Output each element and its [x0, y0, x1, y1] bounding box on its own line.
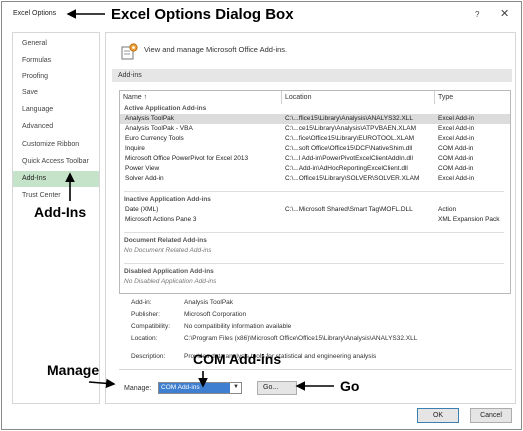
- detail-location-label: Location:: [131, 335, 158, 342]
- row-name: Microsoft Office PowerPivot for Excel 20…: [125, 155, 249, 162]
- cancel-button[interactable]: Cancel: [470, 408, 512, 423]
- column-header-location[interactable]: Location: [282, 91, 435, 104]
- sidebar-item-proofing[interactable]: Proofing: [13, 69, 99, 85]
- row-type: Excel Add-in: [438, 115, 475, 122]
- row-type: XML Expansion Pack: [438, 216, 500, 223]
- group-divider: [124, 191, 504, 192]
- row-name: Microsoft Actions Pane 3: [125, 216, 197, 223]
- column-header-type[interactable]: Type: [435, 91, 510, 104]
- row-type: COM Add-in: [438, 165, 474, 172]
- go-button[interactable]: Go...: [257, 381, 297, 395]
- row-name: Date (XML): [125, 206, 159, 213]
- row-location: C:\...soft Office\Office15\DCF\NativeShi…: [285, 145, 413, 152]
- add-ins-table: Name ↑ Location Type Active Application …: [119, 90, 511, 294]
- group-title-document: Document Related Add-ins: [124, 237, 207, 244]
- add-ins-section-header: Add-ins: [112, 69, 512, 82]
- detail-compatibility-value: No compatibility information available: [184, 323, 292, 330]
- callout-go: Go: [340, 378, 360, 394]
- sidebar-item-customize-ribbon[interactable]: Customize Ribbon: [13, 137, 99, 153]
- row-location: C:\...ce15\Library\Analysis\ATPVBAEN.XLA…: [285, 125, 417, 132]
- sidebar-item-formulas[interactable]: Formulas: [13, 53, 99, 69]
- table-row[interactable]: Power View C:\...Add-in\AdHocReportingEx…: [120, 164, 510, 174]
- manage-label: Manage:: [124, 385, 152, 392]
- row-location: C:\...l Add-in\PowerPivotExcelClientAddI…: [285, 155, 413, 162]
- dialog-title: Excel Options: [13, 10, 57, 17]
- ok-button[interactable]: OK: [417, 408, 459, 423]
- chevron-down-icon: ▼: [233, 384, 239, 390]
- group-divider: [124, 263, 504, 264]
- group-title-active: Active Application Add-ins: [124, 105, 207, 112]
- row-location: C:\...Office15\Library\SOLVER\SOLVER.XLA…: [285, 175, 420, 182]
- help-button[interactable]: ?: [475, 10, 479, 19]
- empty-disabled-addins: No Disabled Application Add-ins: [124, 278, 217, 285]
- row-name: Analysis ToolPak: [125, 115, 175, 122]
- detail-compatibility-label: Compatibility:: [131, 323, 171, 330]
- table-row[interactable]: Microsoft Office PowerPivot for Excel 20…: [120, 154, 510, 164]
- table-row[interactable]: Analysis ToolPak - VBA C:\...ce15\Librar…: [120, 124, 510, 134]
- sidebar-item-add-ins[interactable]: Add-Ins: [13, 171, 99, 187]
- row-location: C:\...Microsoft Shared\Smart Tag\MOFL.DL…: [285, 206, 413, 213]
- row-location: C:\...fice\Office15\Library\EUROTOOL.XLA…: [285, 135, 415, 142]
- detail-publisher-value: Microsoft Corporation: [184, 311, 247, 318]
- row-name: Power View: [125, 165, 160, 172]
- table-row[interactable]: Analysis ToolPak C:\...ffice15\Library\A…: [120, 114, 510, 124]
- group-title-disabled: Disabled Application Add-ins: [124, 268, 214, 275]
- sidebar-item-advanced[interactable]: Advanced: [13, 119, 99, 135]
- sidebar-item-general[interactable]: General: [13, 36, 99, 52]
- callout-com-add-ins: COM Add-ins: [193, 351, 282, 367]
- add-ins-gear-icon: [121, 43, 138, 60]
- sidebar-item-save[interactable]: Save: [13, 85, 99, 101]
- group-title-inactive: Inactive Application Add-ins: [124, 196, 211, 203]
- callout-add-ins: Add-Ins: [34, 204, 87, 220]
- panel-heading: View and manage Microsoft Office Add-ins…: [144, 45, 288, 54]
- manage-divider: [119, 369, 512, 370]
- row-type: COM Add-in: [438, 145, 474, 152]
- empty-document-addins: No Document Related Add-ins: [124, 247, 212, 254]
- row-type: Excel Add-in: [438, 135, 475, 142]
- table-row[interactable]: Microsoft Actions Pane 3 XML Expansion P…: [120, 215, 510, 225]
- group-divider: [124, 232, 504, 233]
- column-header-name[interactable]: Name ↑: [120, 91, 282, 104]
- row-location: C:\...ffice15\Library\Analysis\ANALYS32.…: [285, 115, 414, 122]
- table-row[interactable]: Inquire C:\...soft Office\Office15\DCF\N…: [120, 144, 510, 154]
- row-location: C:\...Add-in\AdHocReportingExcelClient.d…: [285, 165, 408, 172]
- detail-location-value: C:\Program Files (x86)\Microsoft Office\…: [184, 335, 418, 342]
- row-name: Euro Currency Tools: [125, 135, 184, 142]
- row-type: Excel Add-in: [438, 175, 475, 182]
- sidebar-item-language[interactable]: Language: [13, 102, 99, 118]
- table-row[interactable]: Euro Currency Tools C:\...fice\Office15\…: [120, 134, 510, 144]
- row-name: Solver Add-in: [125, 175, 164, 182]
- row-type: Excel Add-in: [438, 125, 475, 132]
- row-type: COM Add-in: [438, 155, 474, 162]
- manage-selected-value: COM Add-ins: [159, 383, 230, 393]
- row-type: Action: [438, 206, 457, 213]
- manage-dropdown[interactable]: COM Add-ins ▼: [158, 382, 242, 394]
- detail-publisher-label: Publisher:: [131, 311, 160, 318]
- row-name: Analysis ToolPak - VBA: [125, 125, 193, 132]
- detail-addin-value: Analysis ToolPak: [184, 299, 234, 306]
- detail-description-label: Description:: [131, 353, 166, 360]
- callout-manage: Manage: [47, 362, 100, 378]
- close-button[interactable]: ✕: [500, 7, 509, 20]
- sidebar-item-quick-access-toolbar[interactable]: Quick Access Toolbar: [13, 154, 99, 170]
- table-row[interactable]: Date (XML) C:\...Microsoft Shared\Smart …: [120, 205, 510, 215]
- row-name: Inquire: [125, 145, 145, 152]
- sidebar-item-trust-center[interactable]: Trust Center: [13, 188, 99, 204]
- callout-title: Excel Options Dialog Box: [111, 6, 294, 23]
- detail-addin-label: Add-in:: [131, 299, 152, 306]
- table-row[interactable]: Solver Add-in C:\...Office15\Library\SOL…: [120, 174, 510, 184]
- add-ins-panel: View and manage Microsoft Office Add-ins…: [105, 32, 516, 404]
